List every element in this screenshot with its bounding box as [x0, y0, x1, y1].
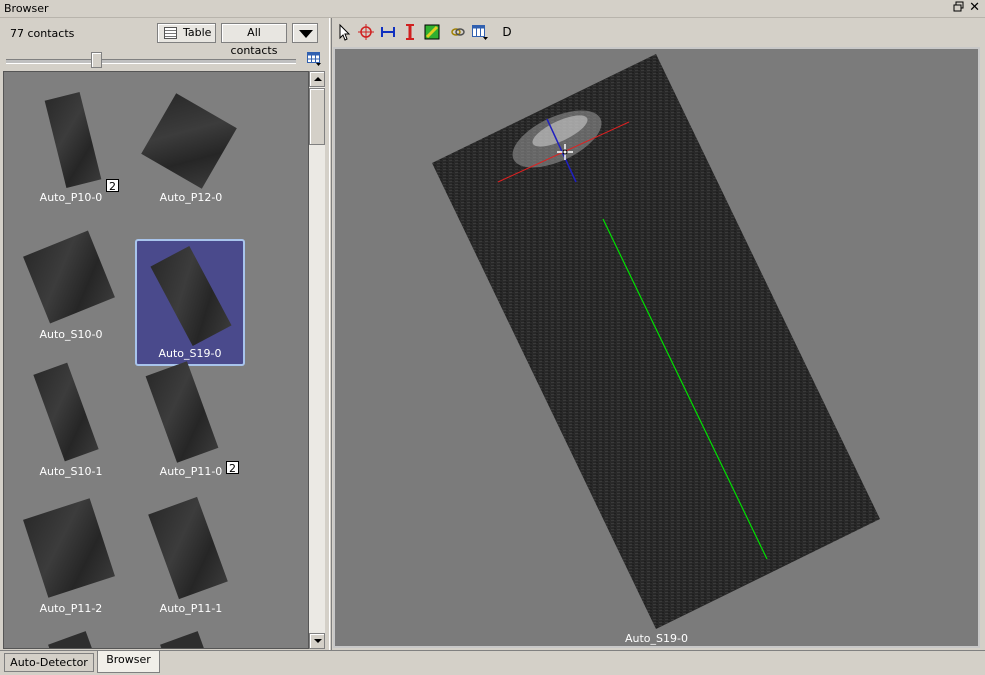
window-titlebar: Browser ✕ — [0, 0, 985, 18]
table-button[interactable]: Table — [157, 23, 216, 43]
measure-height-icon[interactable] — [400, 22, 420, 42]
thumbnail-item[interactable]: Auto_P11-2 — [18, 495, 124, 619]
sonar-thumbnail — [141, 93, 237, 189]
thumbnail-label: Auto_P12-0 — [159, 191, 223, 204]
sonar-thumbnail-partial — [160, 631, 208, 648]
sonar-swath — [432, 54, 880, 629]
scrollbar-thumb[interactable] — [309, 88, 325, 145]
window-title: Browser — [4, 2, 49, 15]
thumbnail-item[interactable]: 2 Auto_P10-0 — [18, 84, 124, 208]
viewer-toolbar: D — [334, 22, 534, 42]
thumbnail-item[interactable]: 2 Auto_P11-0 — [138, 358, 244, 482]
viewer-caption: Auto_S19-0 — [625, 632, 688, 645]
restore-icon[interactable] — [953, 1, 965, 13]
pointer-icon[interactable] — [334, 22, 354, 42]
thumbnail-label: Auto_P11-0 — [159, 465, 223, 478]
table-icon — [164, 27, 177, 39]
grid-options-icon[interactable] — [470, 22, 490, 42]
sonar-thumbnail — [145, 361, 219, 463]
thumbnail-scrollbar[interactable] — [309, 71, 325, 649]
tab-auto-detector[interactable]: Auto-Detector — [4, 653, 94, 672]
highlight-area-icon[interactable] — [422, 22, 442, 42]
thumbnail-label: Auto_S10-0 — [39, 328, 103, 341]
chevron-down-icon — [299, 30, 313, 38]
panel-splitter[interactable] — [329, 18, 332, 650]
arrow-down-icon — [314, 639, 322, 643]
sonar-thumbnail — [23, 498, 115, 598]
arrow-up-icon — [314, 77, 322, 81]
sonar-thumbnail-partial — [48, 631, 96, 648]
thumbnail-grid: 2 Auto_P10-0 Auto_P12-0 Auto_S10-0 Auto_… — [3, 71, 309, 649]
thumbnail-label: Auto_P10-0 — [39, 191, 103, 204]
close-icon[interactable]: ✕ — [969, 0, 980, 15]
thumbnail-item-selected[interactable]: Auto_S19-0 — [135, 239, 245, 366]
thumbnail-item[interactable]: Auto_P12-0 — [138, 84, 244, 208]
sonar-thumbnail — [148, 496, 228, 600]
scroll-down-button[interactable] — [309, 633, 325, 649]
contact-count: 77 contacts — [10, 27, 75, 40]
thumbnail-label: Auto_P11-2 — [39, 602, 103, 615]
sonar-thumbnail — [33, 362, 99, 462]
link-icon[interactable] — [448, 22, 468, 42]
thumbnail-size-slider[interactable] — [6, 59, 296, 64]
sonar-thumbnail — [150, 245, 232, 347]
sonar-thumbnail — [44, 91, 102, 189]
bottom-tab-bar: Auto-Detector Browser — [0, 650, 985, 675]
contact-viewer[interactable]: Auto_S19-0 — [333, 47, 980, 648]
thumbnail-item[interactable]: Auto_S10-1 — [18, 358, 124, 482]
sonar-thumbnail — [23, 230, 115, 324]
thumbnail-item[interactable]: Auto_P11-1 — [138, 495, 244, 619]
filter-button[interactable]: All contacts — [221, 23, 287, 57]
measure-width-icon[interactable] — [378, 22, 398, 42]
slider-thumb[interactable] — [91, 52, 102, 68]
grid-view-icon[interactable] — [307, 52, 322, 66]
thumbnail-label: Auto_S10-1 — [39, 465, 103, 478]
crosshair-target-icon[interactable] — [356, 22, 376, 42]
d-label[interactable]: D — [500, 22, 514, 42]
filter-dropdown-button[interactable] — [292, 23, 318, 43]
browser-panel: 77 contacts Table All contacts 2 Auto_P1… — [0, 18, 329, 650]
scroll-up-button[interactable] — [309, 71, 325, 87]
tab-browser[interactable]: Browser — [97, 651, 160, 673]
thumbnail-item[interactable]: Auto_S10-0 — [18, 221, 124, 345]
thumbnail-label: Auto_P11-1 — [159, 602, 223, 615]
sonar-image-view — [432, 54, 880, 629]
